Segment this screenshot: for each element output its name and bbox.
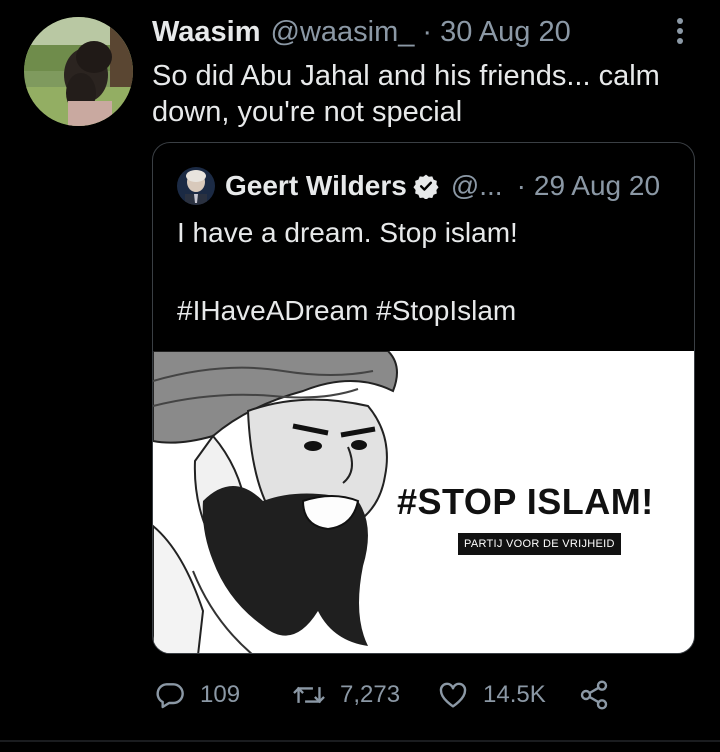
tweet-header: Waasim @waasim_ · 30 Aug 20	[152, 14, 571, 50]
quoted-author-handle[interactable]: @...	[451, 170, 503, 202]
quoted-tweet-header: Geert Wilders @... · 29 Aug 20	[225, 167, 660, 205]
retweet-count: 7,273	[340, 681, 401, 708]
image-slogan: #STOP ISLAM!	[397, 481, 654, 522]
divider	[0, 740, 720, 742]
author-name[interactable]: Waasim	[152, 16, 261, 49]
like-icon	[437, 679, 469, 711]
author-handle[interactable]: @waasim_	[271, 16, 415, 49]
author-avatar[interactable]	[24, 17, 133, 126]
quoted-tweet-hashtags[interactable]: #IHaveADream #StopIslam	[177, 295, 516, 327]
reply-icon	[154, 679, 186, 711]
quoted-tweet-text: I have a dream. Stop islam!	[177, 217, 518, 248]
quoted-tweet-image[interactable]: #STOP ISLAM! PARTIJ VOOR DE VRIJHEID	[153, 351, 694, 653]
like-button[interactable]: 14.5K	[437, 672, 546, 718]
separator-dot: ·	[422, 15, 433, 48]
party-logo: PARTIJ VOOR DE VRIJHEID	[458, 533, 621, 555]
tweet-date[interactable]: 30 Aug 20	[440, 16, 571, 49]
quoted-tweet-date[interactable]: 29 Aug 20	[534, 170, 660, 202]
share-icon	[578, 679, 610, 711]
more-icon[interactable]	[672, 16, 688, 46]
quoted-tweet[interactable]: Geert Wilders @... · 29 Aug 20 I have a …	[152, 142, 695, 654]
share-button[interactable]	[578, 672, 610, 718]
verified-icon	[413, 173, 439, 200]
like-count: 14.5K	[483, 681, 546, 708]
tweet: Waasim @waasim_ · 30 Aug 20 So did Abu J…	[0, 0, 720, 752]
retweet-icon	[292, 679, 326, 711]
reply-button[interactable]: 109	[154, 672, 240, 718]
tweet-actions: 109 7,273 14.5K	[0, 672, 720, 718]
reply-count: 109	[200, 681, 241, 708]
tweet-text: So did Abu Jahal and his friends... calm…	[152, 60, 660, 128]
quoted-author-avatar[interactable]	[177, 167, 215, 205]
quoted-separator-dot: ·	[516, 170, 526, 201]
retweet-button[interactable]: 7,273	[292, 672, 400, 718]
quoted-author-name[interactable]: Geert Wilders	[225, 170, 407, 202]
